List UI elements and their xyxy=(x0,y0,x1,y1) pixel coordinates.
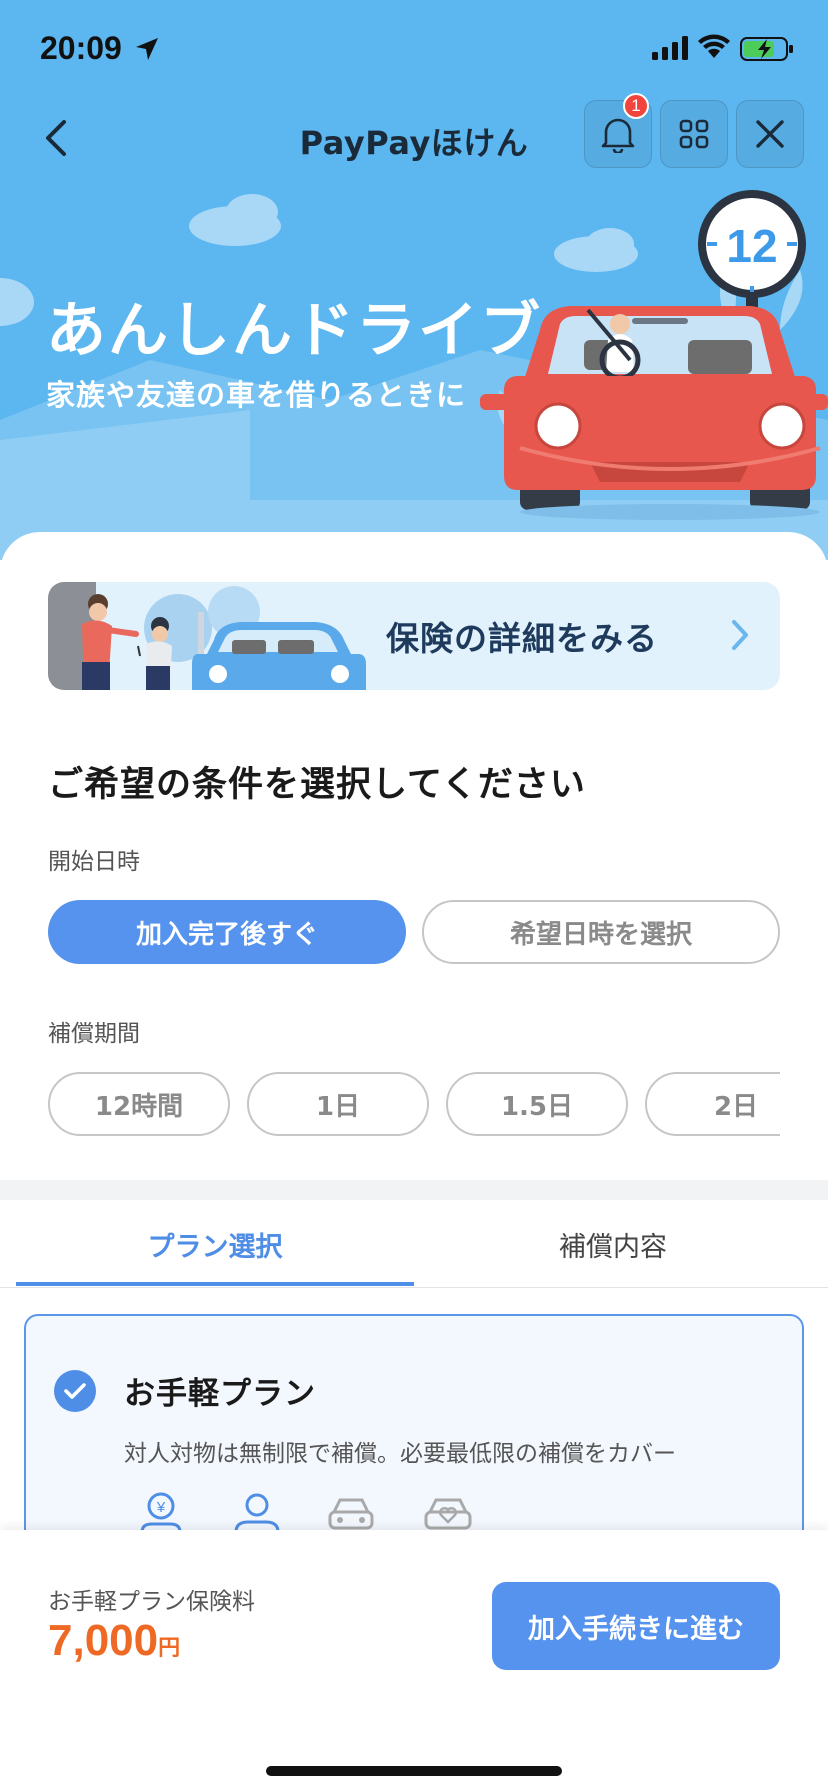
period-option-1-5d[interactable]: 1.5日 xyxy=(446,1072,628,1136)
premium-label: お手軽プラン保険料 xyxy=(48,1589,255,1615)
purchase-footer: お手軽プラン保険料 7,000円 加入手続きに進む xyxy=(0,1530,828,1792)
premium-unit: 円 xyxy=(158,1636,181,1661)
conditions-heading: ご希望の条件を選択してください xyxy=(48,765,586,805)
period-option-2d[interactable]: 2日 xyxy=(645,1072,780,1136)
premium-value: 7,000 xyxy=(48,1616,159,1665)
plan-tabs: プラン選択 補償内容 xyxy=(0,1200,828,1288)
period-option-1d[interactable]: 1日 xyxy=(247,1072,429,1136)
coverage-period-options: 12時間 1日 1.5日 2日 xyxy=(48,1072,780,1136)
bell-icon xyxy=(601,118,635,153)
chevron-right-icon xyxy=(732,620,748,650)
start-choose-datetime-option[interactable]: 希望日時を選択 xyxy=(422,900,780,964)
grid-icon xyxy=(679,119,709,149)
cellular-signal-icon xyxy=(652,36,688,60)
battery-charging-icon xyxy=(740,37,793,61)
section-divider xyxy=(0,1180,828,1200)
status-bar: 20:09 xyxy=(0,0,828,100)
hero-title: あんしんドライブ xyxy=(46,296,542,366)
car-illustration: 12 xyxy=(480,190,828,520)
period-option-12h[interactable]: 12時間 xyxy=(48,1072,230,1136)
start-immediately-option[interactable]: 加入完了後すぐ xyxy=(48,900,406,964)
insurance-detail-banner[interactable]: 保険の詳細をみる xyxy=(48,582,780,690)
plan-name: お手軽プラン xyxy=(124,1376,316,1412)
coverage-period-label: 補償期間 xyxy=(48,1021,140,1047)
premium-amount: 7,000円 xyxy=(48,1616,180,1666)
svg-text:¥: ¥ xyxy=(156,1499,166,1516)
status-time: 20:09 xyxy=(40,30,122,66)
wifi-icon xyxy=(698,34,730,58)
insurance-detail-label: 保険の詳細をみる xyxy=(386,619,658,658)
location-arrow-icon xyxy=(136,38,158,60)
close-icon xyxy=(756,120,784,148)
checkmark-icon xyxy=(54,1370,96,1412)
tab-plan-selection[interactable]: プラン選択 xyxy=(16,1200,414,1288)
tab-coverage-details[interactable]: 補償内容 xyxy=(414,1200,812,1288)
proceed-to-enroll-button[interactable]: 加入手続きに進む xyxy=(492,1582,780,1670)
close-button[interactable] xyxy=(736,100,804,168)
active-tab-indicator xyxy=(16,1282,414,1286)
start-datetime-label: 開始日時 xyxy=(48,849,140,875)
notification-badge: 1 xyxy=(623,93,649,119)
hero-subtitle: 家族や友達の車を借りるときに xyxy=(46,378,467,412)
services-menu-button[interactable] xyxy=(660,100,728,168)
plan-description: 対人対物は無制限で補償。必要最低限の補償をカバー xyxy=(124,1441,676,1467)
hero-banner: 20:09 PayPayほけん 1 あんしんドライブ 家族や友達の車を借りるとき… xyxy=(0,0,828,560)
clock-number: 12 xyxy=(726,220,777,272)
notifications-button[interactable]: 1 xyxy=(584,93,652,168)
car-handover-illustration xyxy=(48,582,366,690)
home-indicator xyxy=(266,1766,562,1776)
